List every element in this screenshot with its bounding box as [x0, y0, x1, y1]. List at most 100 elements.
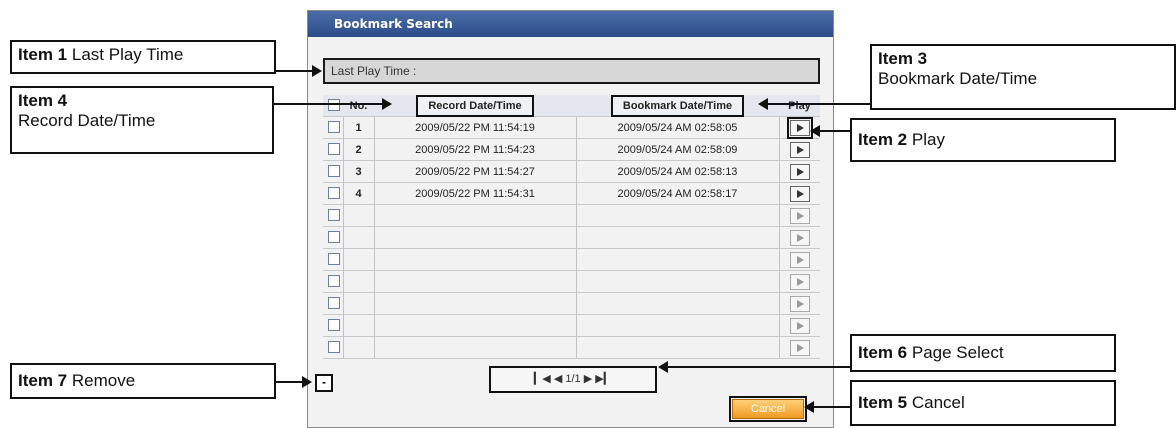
col-no-header: No.: [349, 100, 368, 112]
row-checkbox[interactable]: [328, 297, 340, 309]
callout-item5: Item 5 Cancel: [850, 380, 1116, 426]
cancel-button[interactable]: Cancel: [729, 396, 807, 422]
callout-item2-num: Item 2: [858, 130, 908, 149]
callout-item7-num: Item 7: [18, 371, 68, 390]
row-no: [343, 249, 374, 271]
first-page-icon[interactable]: ▎◀: [534, 373, 551, 385]
play-icon[interactable]: [790, 318, 810, 334]
row-checkbox[interactable]: [328, 319, 340, 331]
play-icon[interactable]: [790, 208, 810, 224]
arrow-item4: [274, 98, 392, 110]
col-record-header[interactable]: Record Date/Time: [416, 95, 534, 117]
row-checkbox[interactable]: [328, 187, 340, 199]
callout-item6-num: Item 6: [858, 343, 908, 362]
callout-item3: Item 3 Bookmark Date/Time: [870, 44, 1176, 110]
callout-item1-text: Last Play Time: [71, 45, 184, 64]
row-checkbox[interactable]: [328, 231, 340, 243]
last-page-icon[interactable]: ▶▎: [595, 373, 612, 385]
arrow-item5: [804, 401, 850, 413]
row-bookmark-time: 2009/05/24 AM 02:58:13: [617, 166, 738, 178]
callout-item6-text: Page Select: [911, 343, 1004, 362]
table-row[interactable]: [323, 293, 820, 315]
callout-item4-text: Record Date/Time: [18, 111, 156, 130]
row-record-time: 2009/05/22 PM 11:54:23: [415, 144, 535, 156]
callout-item5-num: Item 5: [858, 393, 908, 412]
row-bookmark-time: 2009/05/24 AM 02:58:17: [617, 188, 738, 200]
row-bookmark-time: [576, 271, 779, 293]
table-row[interactable]: [323, 337, 820, 359]
table-row[interactable]: 2 2009/05/22 PM 11:54:23 2009/05/24 AM 02:…: [323, 139, 820, 161]
row-bookmark-time: [576, 249, 779, 271]
row-no: [343, 315, 374, 337]
row-record-time: [374, 249, 576, 271]
play-icon[interactable]: [790, 274, 810, 290]
col-bookmark-header[interactable]: Bookmark Date/Time: [610, 95, 745, 117]
table-row[interactable]: [323, 271, 820, 293]
col-play-header: Play: [788, 100, 811, 112]
row-record-time: [374, 205, 576, 227]
callout-item7: Item 7 Remove: [10, 363, 276, 399]
row-record-time: 2009/05/22 PM 11:54:19: [415, 122, 535, 134]
play-icon[interactable]: [790, 186, 810, 202]
row-checkbox[interactable]: [328, 275, 340, 287]
row-bookmark-time: 2009/05/24 AM 02:58:09: [617, 144, 738, 156]
callout-item4: Item 4 Record Date/Time: [10, 86, 274, 154]
callout-item2: Item 2 Play: [850, 118, 1116, 162]
table-header: No. Record Date/Time Bookmark Date/Time …: [323, 95, 820, 117]
row-no: [343, 337, 374, 359]
play-icon[interactable]: [790, 296, 810, 312]
row-record-time: [374, 293, 576, 315]
table-row[interactable]: [323, 249, 820, 271]
row-record-time: [374, 315, 576, 337]
table-row[interactable]: 4 2009/05/22 PM 11:54:31 2009/05/24 AM 02:…: [323, 183, 820, 205]
arrow-item2: [810, 125, 850, 137]
callout-item2-text: Play: [911, 130, 945, 149]
callout-item3-text: Bookmark Date/Time: [878, 69, 1038, 88]
row-record-time: [374, 337, 576, 359]
row-checkbox[interactable]: [328, 121, 340, 133]
play-icon[interactable]: [790, 230, 810, 246]
callout-item3-num: Item 3: [878, 49, 928, 68]
row-bookmark-time: [576, 205, 779, 227]
row-no: [343, 271, 374, 293]
callout-item7-text: Remove: [71, 371, 136, 390]
last-play-time-field: Last Play Time :: [323, 58, 820, 84]
callout-item5-text: Cancel: [911, 393, 965, 412]
row-checkbox[interactable]: [328, 253, 340, 265]
row-bookmark-time: [576, 315, 779, 337]
page-indicator: 1/1: [565, 373, 581, 385]
table-row[interactable]: [323, 315, 820, 337]
play-icon[interactable]: [790, 164, 810, 180]
arrow-item3: [758, 98, 870, 110]
row-checkbox[interactable]: [328, 143, 340, 155]
remove-button[interactable]: -: [315, 374, 333, 392]
table-row[interactable]: 1 2009/05/22 PM 11:54:19 2009/05/24 AM 02:…: [323, 117, 820, 139]
callout-item1: Item 1 Last Play Time: [10, 40, 276, 74]
table-row[interactable]: 3 2009/05/22 PM 11:54:27 2009/05/24 AM 02:…: [323, 161, 820, 183]
row-no: 4: [355, 188, 362, 200]
row-no: 3: [355, 166, 362, 178]
row-no: [343, 227, 374, 249]
row-checkbox[interactable]: [328, 341, 340, 353]
row-record-time: 2009/05/22 PM 11:54:31: [415, 188, 535, 200]
arrow-item7: [276, 376, 312, 388]
row-no: [343, 293, 374, 315]
row-record-time: 2009/05/22 PM 11:54:27: [415, 166, 535, 178]
prev-page-icon[interactable]: ◀: [554, 373, 562, 385]
play-icon[interactable]: [790, 142, 810, 158]
row-checkbox[interactable]: [328, 209, 340, 221]
play-icon[interactable]: [790, 340, 810, 356]
callout-item6: Item 6 Page Select: [850, 334, 1116, 372]
select-all-checkbox[interactable]: [328, 99, 340, 111]
row-checkbox[interactable]: [328, 165, 340, 177]
table-row[interactable]: [323, 205, 820, 227]
play-icon[interactable]: [787, 117, 813, 139]
play-icon[interactable]: [790, 252, 810, 268]
row-bookmark-time: [576, 337, 779, 359]
next-page-icon[interactable]: ▶: [584, 373, 592, 385]
row-no: 2: [355, 144, 362, 156]
row-no: 1: [355, 122, 362, 134]
dialog-title: Bookmark Search: [308, 11, 833, 37]
table-row[interactable]: [323, 227, 820, 249]
arrow-item6: [658, 361, 850, 373]
